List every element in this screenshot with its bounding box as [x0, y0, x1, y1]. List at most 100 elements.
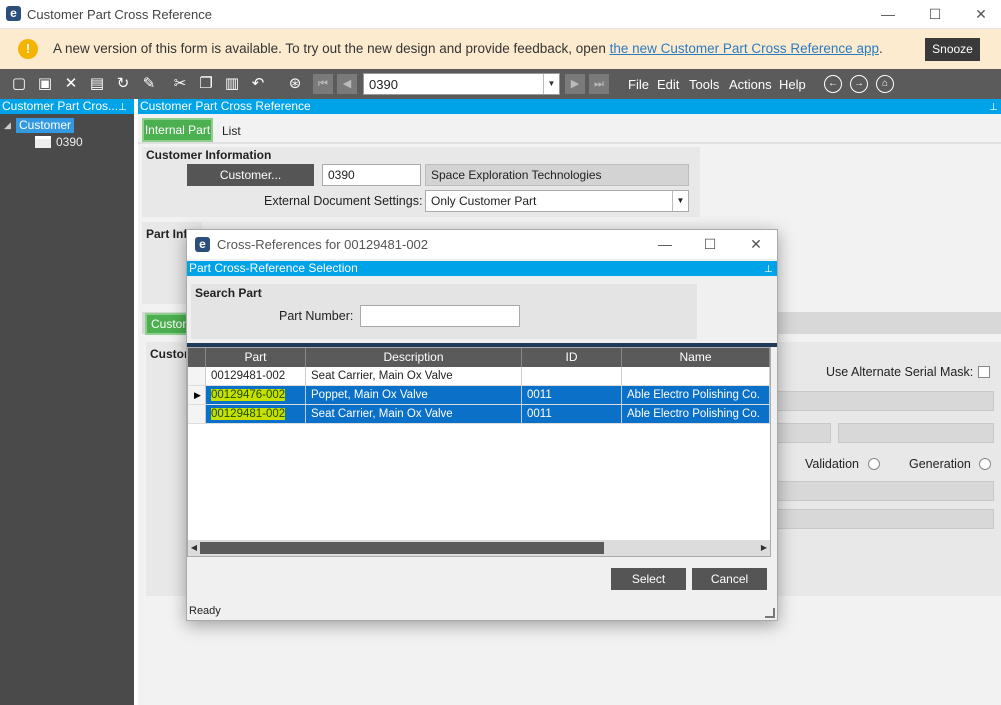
new-app-link[interactable]: the new Customer Part Cross Reference ap…: [610, 41, 879, 56]
delete-icon[interactable]: ✕: [61, 74, 81, 94]
key-value: 0390: [369, 77, 398, 92]
minimize-button[interactable]: —: [876, 4, 900, 24]
forward-icon[interactable]: →: [850, 75, 868, 93]
undo-icon[interactable]: ↶: [248, 74, 268, 94]
snooze-button[interactable]: Snooze: [925, 38, 980, 61]
cut-icon[interactable]: ✂: [170, 74, 190, 94]
menu-edit[interactable]: Edit: [657, 77, 679, 92]
pin-icon[interactable]: ⊥: [764, 262, 773, 277]
customer-info-title: Customer Information: [146, 148, 272, 162]
chevron-down-icon[interactable]: ▼: [672, 191, 688, 211]
cell-part-highlight: 00129476-002: [211, 389, 286, 401]
select-button[interactable]: Select: [611, 568, 686, 590]
alt-serial-checkbox[interactable]: [978, 366, 990, 378]
search-part-group: Search Part Part Number:: [191, 284, 697, 339]
search-part-title: Search Part: [195, 286, 262, 300]
cell-part[interactable]: 00129476-002: [206, 386, 306, 405]
tree-node-customer[interactable]: Customer: [16, 118, 75, 133]
customer-button[interactable]: Customer...: [187, 164, 314, 186]
horizontal-scrollbar[interactable]: ◀ ▶: [188, 540, 770, 556]
generation-radio[interactable]: [979, 458, 991, 470]
tree-panel: Customer Part Cros... ⊥ ◢ Customer 0390: [0, 99, 134, 705]
ext-doc-label: External Document Settings:: [264, 194, 423, 208]
next-record-icon[interactable]: ▶: [565, 74, 585, 94]
customer-name-field: Space Exploration Technologies: [425, 164, 689, 186]
dialog-close-button[interactable]: ✕: [744, 234, 768, 254]
warning-icon: !: [18, 39, 38, 59]
cell-description[interactable]: Poppet, Main Ox Valve: [306, 386, 522, 405]
field-bar-5: [770, 509, 994, 529]
brush-icon[interactable]: ✎: [139, 74, 159, 94]
cell-description[interactable]: Seat Carrier, Main Ox Valve: [306, 367, 522, 386]
cell-part[interactable]: 00129481-002: [206, 405, 306, 424]
menu-tools[interactable]: Tools: [689, 77, 719, 92]
resize-grip-icon[interactable]: [765, 608, 775, 618]
new-icon[interactable]: ▢: [9, 74, 29, 94]
ext-doc-select[interactable]: Only Customer Part ▼: [425, 190, 689, 212]
cell-id[interactable]: [522, 367, 622, 386]
cell-name[interactable]: Able Electro Polishing Co.: [622, 405, 770, 424]
dialog-title: Cross-References for 00129481-002: [217, 237, 429, 252]
validation-radio[interactable]: [868, 458, 880, 470]
pin-icon[interactable]: ⊥: [989, 100, 998, 115]
current-row-indicator-icon[interactable]: ▶: [188, 386, 206, 405]
tree-panel-title: Customer Part Cros... ⊥: [0, 99, 134, 114]
menu-actions[interactable]: Actions: [729, 77, 772, 92]
column-header-id[interactable]: ID: [522, 348, 622, 367]
field-bar-4: [770, 481, 994, 501]
banner-text: A new version of this form is available.…: [53, 41, 610, 56]
first-record-icon[interactable]: ⏮: [313, 74, 333, 94]
cell-id[interactable]: 0011: [522, 405, 622, 424]
scrollbar-thumb[interactable]: [200, 542, 604, 554]
maximize-button[interactable]: ☐: [923, 4, 947, 24]
cell-name[interactable]: Able Electro Polishing Co.: [622, 386, 770, 405]
pin-icon[interactable]: ⊥: [118, 100, 127, 114]
back-icon[interactable]: ←: [824, 75, 842, 93]
column-header-description[interactable]: Description: [306, 348, 522, 367]
epicor-logo-icon: e: [6, 6, 21, 21]
field-bar-3: [838, 423, 994, 443]
prev-record-icon[interactable]: ◀: [337, 74, 357, 94]
tree-node-0390[interactable]: 0390: [56, 135, 83, 149]
refresh-icon[interactable]: ↻: [113, 74, 133, 94]
chevron-down-icon[interactable]: ▼: [543, 74, 559, 94]
tab-internal-part[interactable]: Internal Part: [142, 118, 213, 142]
cell-part-highlight: 00129481-002: [211, 408, 286, 420]
last-record-icon[interactable]: ⏭: [589, 74, 609, 94]
close-button[interactable]: ✕: [969, 4, 993, 24]
cell-name[interactable]: [622, 367, 770, 386]
tree-collapse-icon[interactable]: ◢: [4, 120, 11, 131]
dialog-minimize-button[interactable]: —: [653, 234, 677, 254]
tab-list[interactable]: List: [222, 124, 241, 138]
row-selector[interactable]: [188, 367, 206, 386]
key-combobox[interactable]: 0390 ▼: [363, 73, 560, 95]
dialog-maximize-button[interactable]: ☐: [698, 234, 722, 254]
clear-icon[interactable]: ▤: [87, 74, 107, 94]
cell-id[interactable]: 0011: [522, 386, 622, 405]
tab-custom[interactable]: Custom: [145, 313, 190, 335]
column-header-part[interactable]: Part: [206, 348, 306, 367]
column-header-name[interactable]: Name: [622, 348, 770, 367]
scroll-right-icon[interactable]: ▶: [758, 540, 770, 556]
copy-icon[interactable]: ❐: [196, 74, 216, 94]
part-number-label: Part Number:: [279, 309, 354, 323]
cell-description[interactable]: Seat Carrier, Main Ox Valve: [306, 405, 522, 424]
folder-icon: [35, 136, 51, 148]
part-number-input[interactable]: [360, 305, 520, 327]
ext-doc-value: Only Customer Part: [431, 194, 537, 208]
menu-help[interactable]: Help: [779, 77, 806, 92]
scroll-left-icon[interactable]: ◀: [188, 540, 200, 556]
paste-icon[interactable]: ▥: [222, 74, 242, 94]
toolbar: ▢ ▣ ✕ ▤ ↻ ✎ ✂ ❐ ▥ ↶ ⊛ ⏮ ◀ 0390 ▼ ▶ ⏭ Fil…: [0, 69, 1001, 99]
tree-panel-title-text: Customer Part Cros...: [2, 99, 119, 113]
binoculars-icon[interactable]: ⊛: [285, 74, 305, 94]
save-icon[interactable]: ▣: [35, 74, 55, 94]
home-icon[interactable]: ⌂: [876, 75, 894, 93]
cell-part[interactable]: 00129481-002: [206, 367, 306, 386]
cancel-button[interactable]: Cancel: [692, 568, 767, 590]
row-selector[interactable]: [188, 405, 206, 424]
cross-reference-dialog: e Cross-References for 00129481-002 — ☐ …: [186, 229, 778, 621]
main-panel-title: Customer Part Cross Reference ⊥: [138, 99, 1001, 114]
menu-file[interactable]: File: [628, 77, 649, 92]
customer-id-field[interactable]: 0390: [322, 164, 421, 186]
